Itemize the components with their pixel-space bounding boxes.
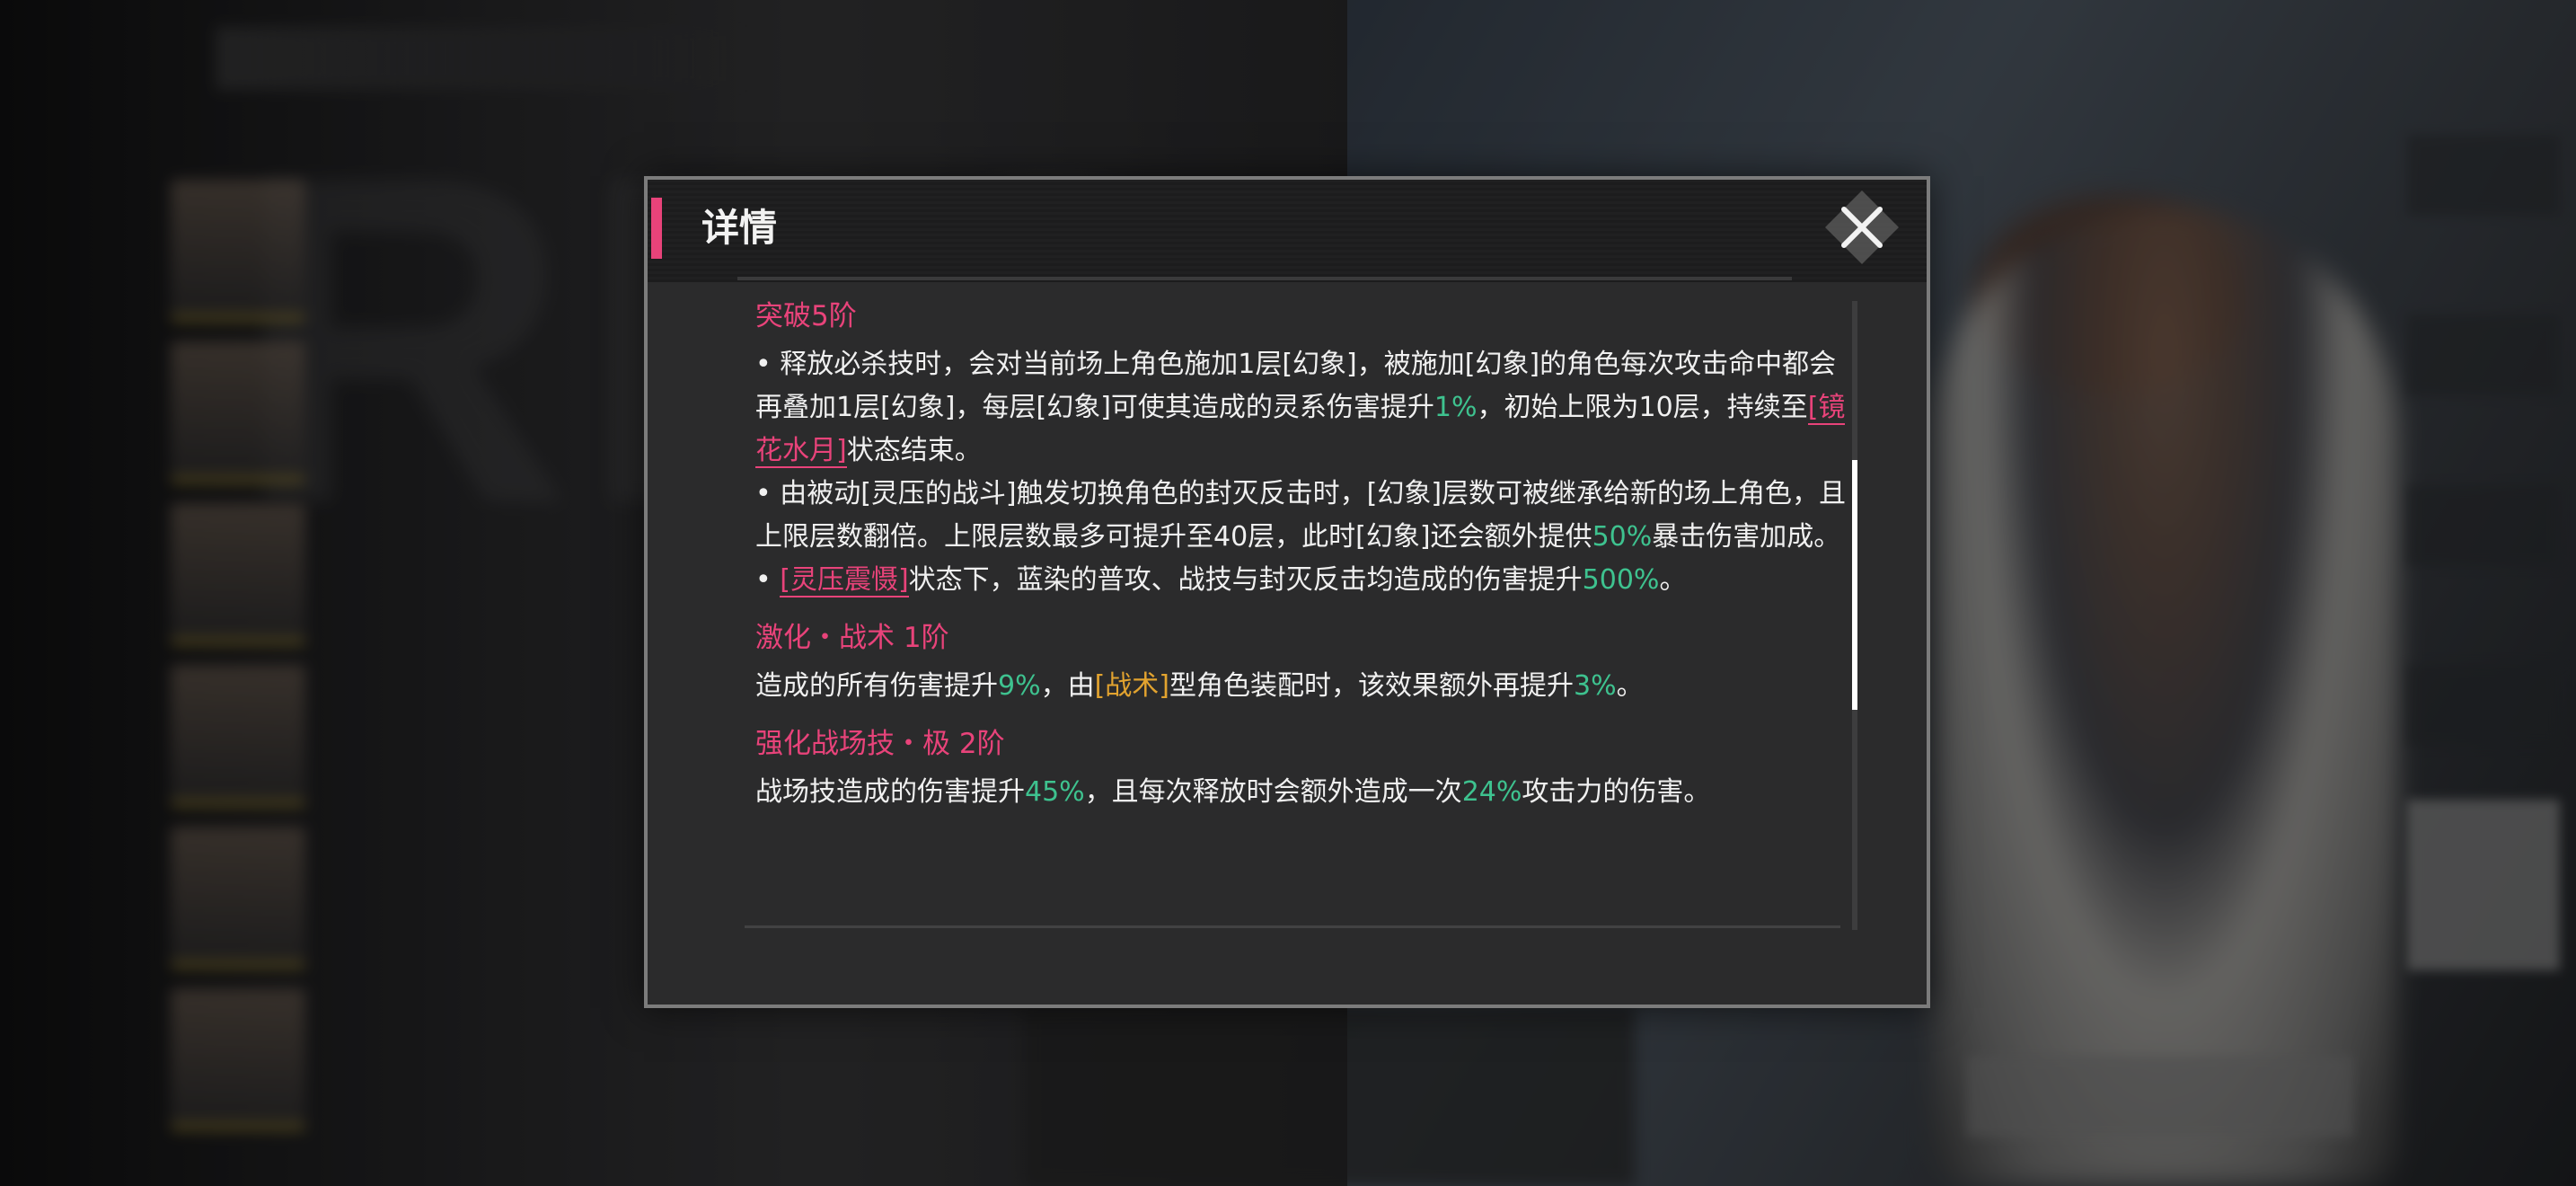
section-paragraph: 战场技造成的伤害提升45%，且每次释放时会额外造成一次24%攻击力的伤害。 (755, 771, 1851, 814)
content-divider (745, 925, 1840, 928)
close-icon (1841, 207, 1883, 248)
title-accent-bar (651, 198, 662, 259)
section-title: 突破5阶 (755, 300, 857, 332)
stat-value: 50% (1592, 521, 1653, 553)
scrollbar-thumb[interactable] (1852, 460, 1857, 711)
section-paragraph: 造成的所有伤害提升9%，由[战术]型角色装配时，该效果额外再提升3%。 (755, 665, 1851, 708)
text-run: 。 (1616, 670, 1644, 702)
detail-section: 突破5阶 • 释放必杀技时，会对当前场上角色施加1层[幻象]，被施加[幻象]的角色… (755, 296, 1851, 602)
text-run: ，由 (1040, 670, 1095, 702)
type-term: [战术] (1094, 670, 1170, 702)
text-run: 状态下，蓝染的普攻、战技与封灭反击均造成的伤害提升 (908, 564, 1583, 596)
text-run: 造成的所有伤害提升 (755, 670, 998, 702)
detail-section: 激化・战术 1阶造成的所有伤害提升9%，由[战术]型角色装配时，该效果额外再提升… (755, 618, 1851, 708)
text-run: 攻击力的伤害。 (1522, 776, 1711, 808)
text-run: • (755, 564, 781, 596)
text-run: ，初始上限为10层，持续至 (1477, 392, 1808, 423)
stat-value: 24% (1461, 776, 1522, 808)
stat-value: 3% (1574, 670, 1617, 702)
text-run: ，且每次释放时会额外造成一次 (1084, 776, 1462, 808)
text-run: 暴击伤害加成。 (1652, 521, 1841, 553)
close-button[interactable] (1819, 190, 1905, 265)
stat-value: 500% (1582, 564, 1660, 596)
text-run: 。 (1659, 564, 1687, 596)
section-paragraph: • 释放必杀技时，会对当前场上角色施加1层[幻象]，被施加[幻象]的角色每次攻击… (755, 343, 1851, 473)
section-paragraph: • [灵压震慑]状态下，蓝染的普攻、战技与封灭反击均造成的伤害提升500%。 (755, 559, 1851, 602)
text-run: 战场技造成的伤害提升 (755, 776, 1025, 808)
section-paragraph: • 由被动[灵压的战斗]触发切换角色的封灭反击时，[幻象]层数可被继承给新的场上… (755, 473, 1851, 559)
scrollbar[interactable] (1852, 301, 1857, 930)
dialog-header: 详情 (648, 180, 1927, 282)
section-title: 强化战场技・极 2阶 (755, 728, 1005, 760)
status-term: [灵压震慑] (780, 564, 909, 597)
dialog-title: 详情 (701, 206, 778, 250)
details-dialog: 详情 突破5阶 • 释放必杀技时，会对当前场上角色施加1层[幻象]，被施加[幻象]… (644, 176, 1930, 1008)
stat-value: 9% (998, 670, 1041, 702)
stat-value: 1% (1434, 392, 1478, 423)
section-title: 激化・战术 1阶 (755, 622, 949, 654)
details-content: 突破5阶 • 释放必杀技时，会对当前场上角色施加1层[幻象]，被施加[幻象]的角色… (755, 296, 1851, 907)
text-run: 型角色装配时，该效果额外再提升 (1169, 670, 1575, 702)
text-run: 状态结束。 (846, 435, 982, 466)
stat-value: 45% (1025, 776, 1085, 808)
detail-section: 强化战场技・极 2阶 战场技造成的伤害提升45%，且每次释放时会额外造成一次24%… (755, 724, 1851, 814)
